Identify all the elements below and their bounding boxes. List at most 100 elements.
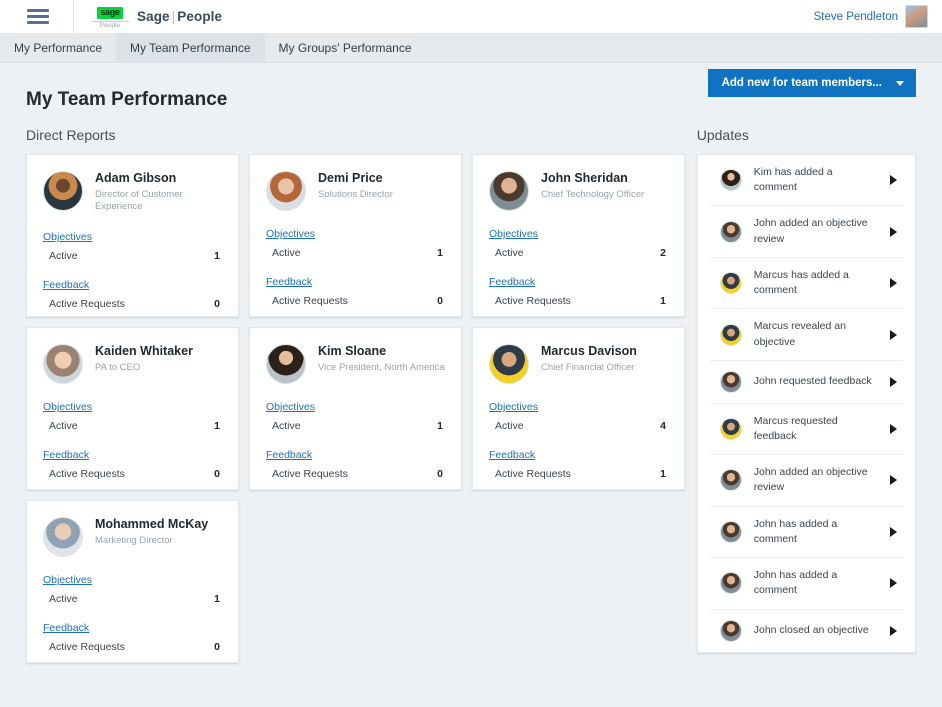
update-avatar	[720, 418, 742, 440]
update-item[interactable]: John has added a comment	[710, 558, 903, 609]
member-identity: Adam GibsonDirector of Customer Experien…	[43, 171, 222, 214]
brand-title: Sage|People	[137, 9, 222, 24]
objectives-link[interactable]: Objectives	[266, 228, 315, 240]
feedback-requests-count: 0	[214, 468, 220, 480]
brand-logo[interactable]: sage People Sage|People	[91, 3, 222, 30]
update-item[interactable]: Marcus has added a comment	[710, 258, 903, 309]
chevron-right-icon[interactable]	[890, 475, 897, 485]
update-avatar	[720, 324, 742, 346]
feedback-link[interactable]: Feedback	[266, 276, 312, 288]
update-avatar	[720, 371, 742, 393]
member-card: John SheridanChief Technology Officer Obj…	[472, 154, 685, 317]
feedback-requests-count: 0	[214, 298, 220, 310]
chevron-right-icon[interactable]	[890, 424, 897, 434]
objectives-block: Objectives Active1	[43, 227, 222, 262]
feedback-requests-row: Active Requests0	[43, 468, 222, 480]
member-identity: Marcus DavisonChief Financial Officer	[489, 344, 668, 384]
user-menu[interactable]: Steve Pendleton	[814, 0, 928, 33]
add-new-for-team-members-button[interactable]: Add new for team members...	[708, 69, 916, 97]
chevron-right-icon[interactable]	[890, 527, 897, 537]
objectives-active-row: Active1	[43, 250, 222, 262]
feedback-requests-label: Active Requests	[272, 468, 348, 480]
update-item[interactable]: John added an objective review	[710, 206, 903, 257]
chevron-right-icon[interactable]	[890, 626, 897, 636]
feedback-requests-label: Active Requests	[495, 295, 571, 307]
chevron-right-icon[interactable]	[890, 278, 897, 288]
member-avatar[interactable]	[266, 344, 306, 384]
user-avatar[interactable]	[905, 5, 928, 28]
update-text: Marcus requested feedback	[754, 414, 878, 444]
chevron-right-icon[interactable]	[890, 377, 897, 387]
feedback-link[interactable]: Feedback	[43, 622, 89, 634]
objectives-link[interactable]: Objectives	[43, 574, 92, 586]
objectives-link[interactable]: Objectives	[489, 228, 538, 240]
member-avatar[interactable]	[43, 171, 83, 211]
feedback-link[interactable]: Feedback	[43, 279, 89, 291]
chevron-right-icon[interactable]	[890, 330, 897, 340]
objectives-active-label: Active	[272, 420, 301, 432]
chevron-right-icon[interactable]	[890, 227, 897, 237]
update-item[interactable]: John added an objective review	[710, 455, 903, 506]
update-avatar	[720, 221, 742, 243]
sage-logo-sub: People	[91, 21, 129, 30]
objectives-active-row: Active1	[266, 247, 445, 259]
member-name: Marcus Davison	[541, 344, 637, 360]
feedback-requests-row: Active Requests0	[266, 295, 445, 307]
updates-heading: Updates	[697, 127, 916, 143]
user-name-label[interactable]: Steve Pendleton	[814, 11, 898, 23]
app-header: sage People Sage|People Steve Pendleton	[0, 0, 942, 33]
update-item[interactable]: Marcus requested feedback	[710, 404, 903, 455]
update-item[interactable]: Marcus revealed an objective	[710, 309, 903, 360]
objectives-link[interactable]: Objectives	[489, 401, 538, 413]
member-identity: John SheridanChief Technology Officer	[489, 171, 668, 211]
member-avatar[interactable]	[43, 344, 83, 384]
feedback-block: FeedbackActive Requests0	[266, 445, 445, 480]
member-text: Demi PriceSolutions Director	[318, 171, 393, 201]
feedback-link[interactable]: Feedback	[489, 276, 535, 288]
objectives-link[interactable]: Objectives	[43, 401, 92, 413]
page-title-row: My Team Performance Add new for team mem…	[26, 63, 916, 111]
chevron-right-icon[interactable]	[890, 175, 897, 185]
update-avatar	[720, 272, 742, 294]
brand-primary: Sage	[137, 9, 170, 24]
member-text: Mohammed McKayMarketing Director	[95, 517, 208, 547]
tab-my-groups-performance[interactable]: My Groups' Performance	[265, 33, 426, 62]
update-item[interactable]: John requested feedback	[710, 361, 903, 404]
update-item[interactable]: John has added a comment	[710, 507, 903, 558]
update-avatar	[720, 169, 742, 191]
primary-tabbar: My Performance My Team Performance My Gr…	[0, 33, 942, 63]
member-text: Adam GibsonDirector of Customer Experien…	[95, 171, 222, 214]
sage-logo-icon: sage People	[91, 3, 129, 30]
member-role: Director of Customer Experience	[95, 189, 222, 215]
feedback-link[interactable]: Feedback	[489, 449, 535, 461]
objectives-active-row: Active4	[489, 420, 668, 432]
update-item[interactable]: John closed an objective	[710, 610, 903, 652]
objectives-active-label: Active	[49, 593, 78, 605]
brand-secondary: People	[177, 9, 222, 24]
member-identity: Kaiden WhitakerPA to CEO	[43, 344, 222, 384]
feedback-requests-count: 1	[660, 468, 666, 480]
member-avatar[interactable]	[489, 171, 529, 211]
member-card: Demi PriceSolutions Director Objectives Ac…	[249, 154, 462, 317]
objectives-active-label: Active	[272, 247, 301, 259]
feedback-link[interactable]: Feedback	[266, 449, 312, 461]
tab-my-performance[interactable]: My Performance	[0, 33, 116, 62]
objectives-link[interactable]: Objectives	[43, 231, 92, 243]
feedback-requests-count: 1	[660, 295, 666, 307]
chevron-right-icon[interactable]	[890, 578, 897, 588]
objectives-active-count: 1	[214, 420, 220, 432]
member-avatar[interactable]	[489, 344, 529, 384]
member-avatar[interactable]	[266, 171, 306, 211]
update-text: John has added a comment	[754, 517, 878, 547]
member-name: John Sheridan	[541, 171, 644, 187]
feedback-requests-row: Active Requests0	[43, 298, 222, 310]
tab-my-team-performance[interactable]: My Team Performance	[116, 33, 265, 62]
member-avatar[interactable]	[43, 517, 83, 557]
hamburger-menu-icon[interactable]	[27, 9, 49, 24]
hamburger-bar	[27, 15, 49, 18]
feedback-requests-label: Active Requests	[495, 468, 571, 480]
member-name: Mohammed McKay	[95, 517, 208, 533]
feedback-link[interactable]: Feedback	[43, 449, 89, 461]
update-item[interactable]: Kim has added a comment	[710, 155, 903, 206]
objectives-link[interactable]: Objectives	[266, 401, 315, 413]
